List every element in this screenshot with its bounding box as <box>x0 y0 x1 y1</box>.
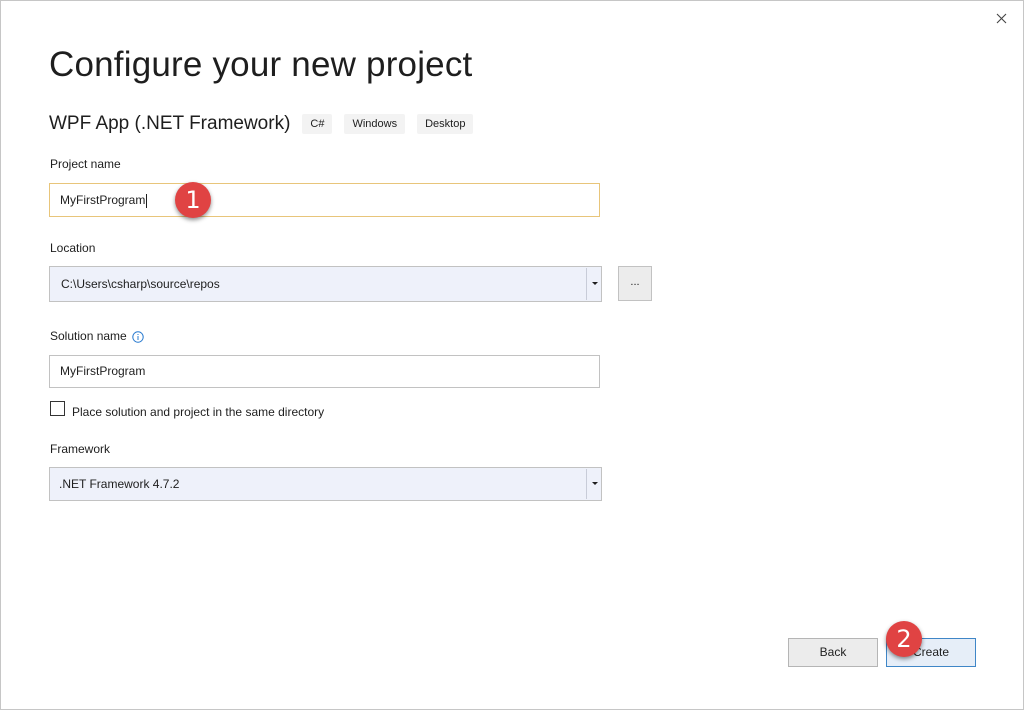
combobox-divider <box>586 469 587 499</box>
solution-name-label: Solution name <box>50 329 127 343</box>
template-info: WPF App (.NET Framework) C# Windows Desk… <box>49 113 474 135</box>
location-combobox[interactable]: C:\Users\csharp\source\repos <box>49 266 602 302</box>
framework-combobox[interactable]: .NET Framework 4.7.2 <box>49 467 602 501</box>
chevron-down-icon[interactable] <box>592 282 598 285</box>
combobox-divider <box>586 268 587 300</box>
step-badge-2: 2 <box>886 621 922 657</box>
location-value: C:\Users\csharp\source\repos <box>61 277 220 291</box>
text-caret <box>146 193 148 208</box>
back-button[interactable]: Back <box>788 638 878 667</box>
location-label: Location <box>50 241 96 255</box>
chevron-down-icon[interactable] <box>592 482 598 485</box>
tag-project-type: Desktop <box>417 114 474 134</box>
same-directory-checkbox[interactable] <box>50 401 65 416</box>
template-name: WPF App (.NET Framework) <box>49 113 291 134</box>
close-icon <box>996 13 1006 23</box>
tag-language: C# <box>302 114 333 134</box>
solution-name-input[interactable]: MyFirstProgram <box>49 355 600 388</box>
step-badge-1: 1 <box>175 182 211 218</box>
same-directory-label[interactable]: Place solution and project in the same d… <box>72 405 324 419</box>
framework-value: .NET Framework 4.7.2 <box>59 477 180 491</box>
close-button[interactable] <box>987 5 1015 31</box>
project-name-value: MyFirstProgram <box>60 193 146 207</box>
dialog-window: Configure your new project WPF App (.NET… <box>0 0 1024 710</box>
framework-label: Framework <box>50 442 111 456</box>
project-name-label: Project name <box>50 157 121 171</box>
project-name-input[interactable]: MyFirstProgram <box>49 183 600 217</box>
tag-platform: Windows <box>344 114 406 134</box>
browse-button[interactable]: ... <box>618 266 652 301</box>
solution-name-value: MyFirstProgram <box>60 364 146 378</box>
info-icon[interactable] <box>132 331 144 343</box>
page-title: Configure your new project <box>49 45 473 84</box>
